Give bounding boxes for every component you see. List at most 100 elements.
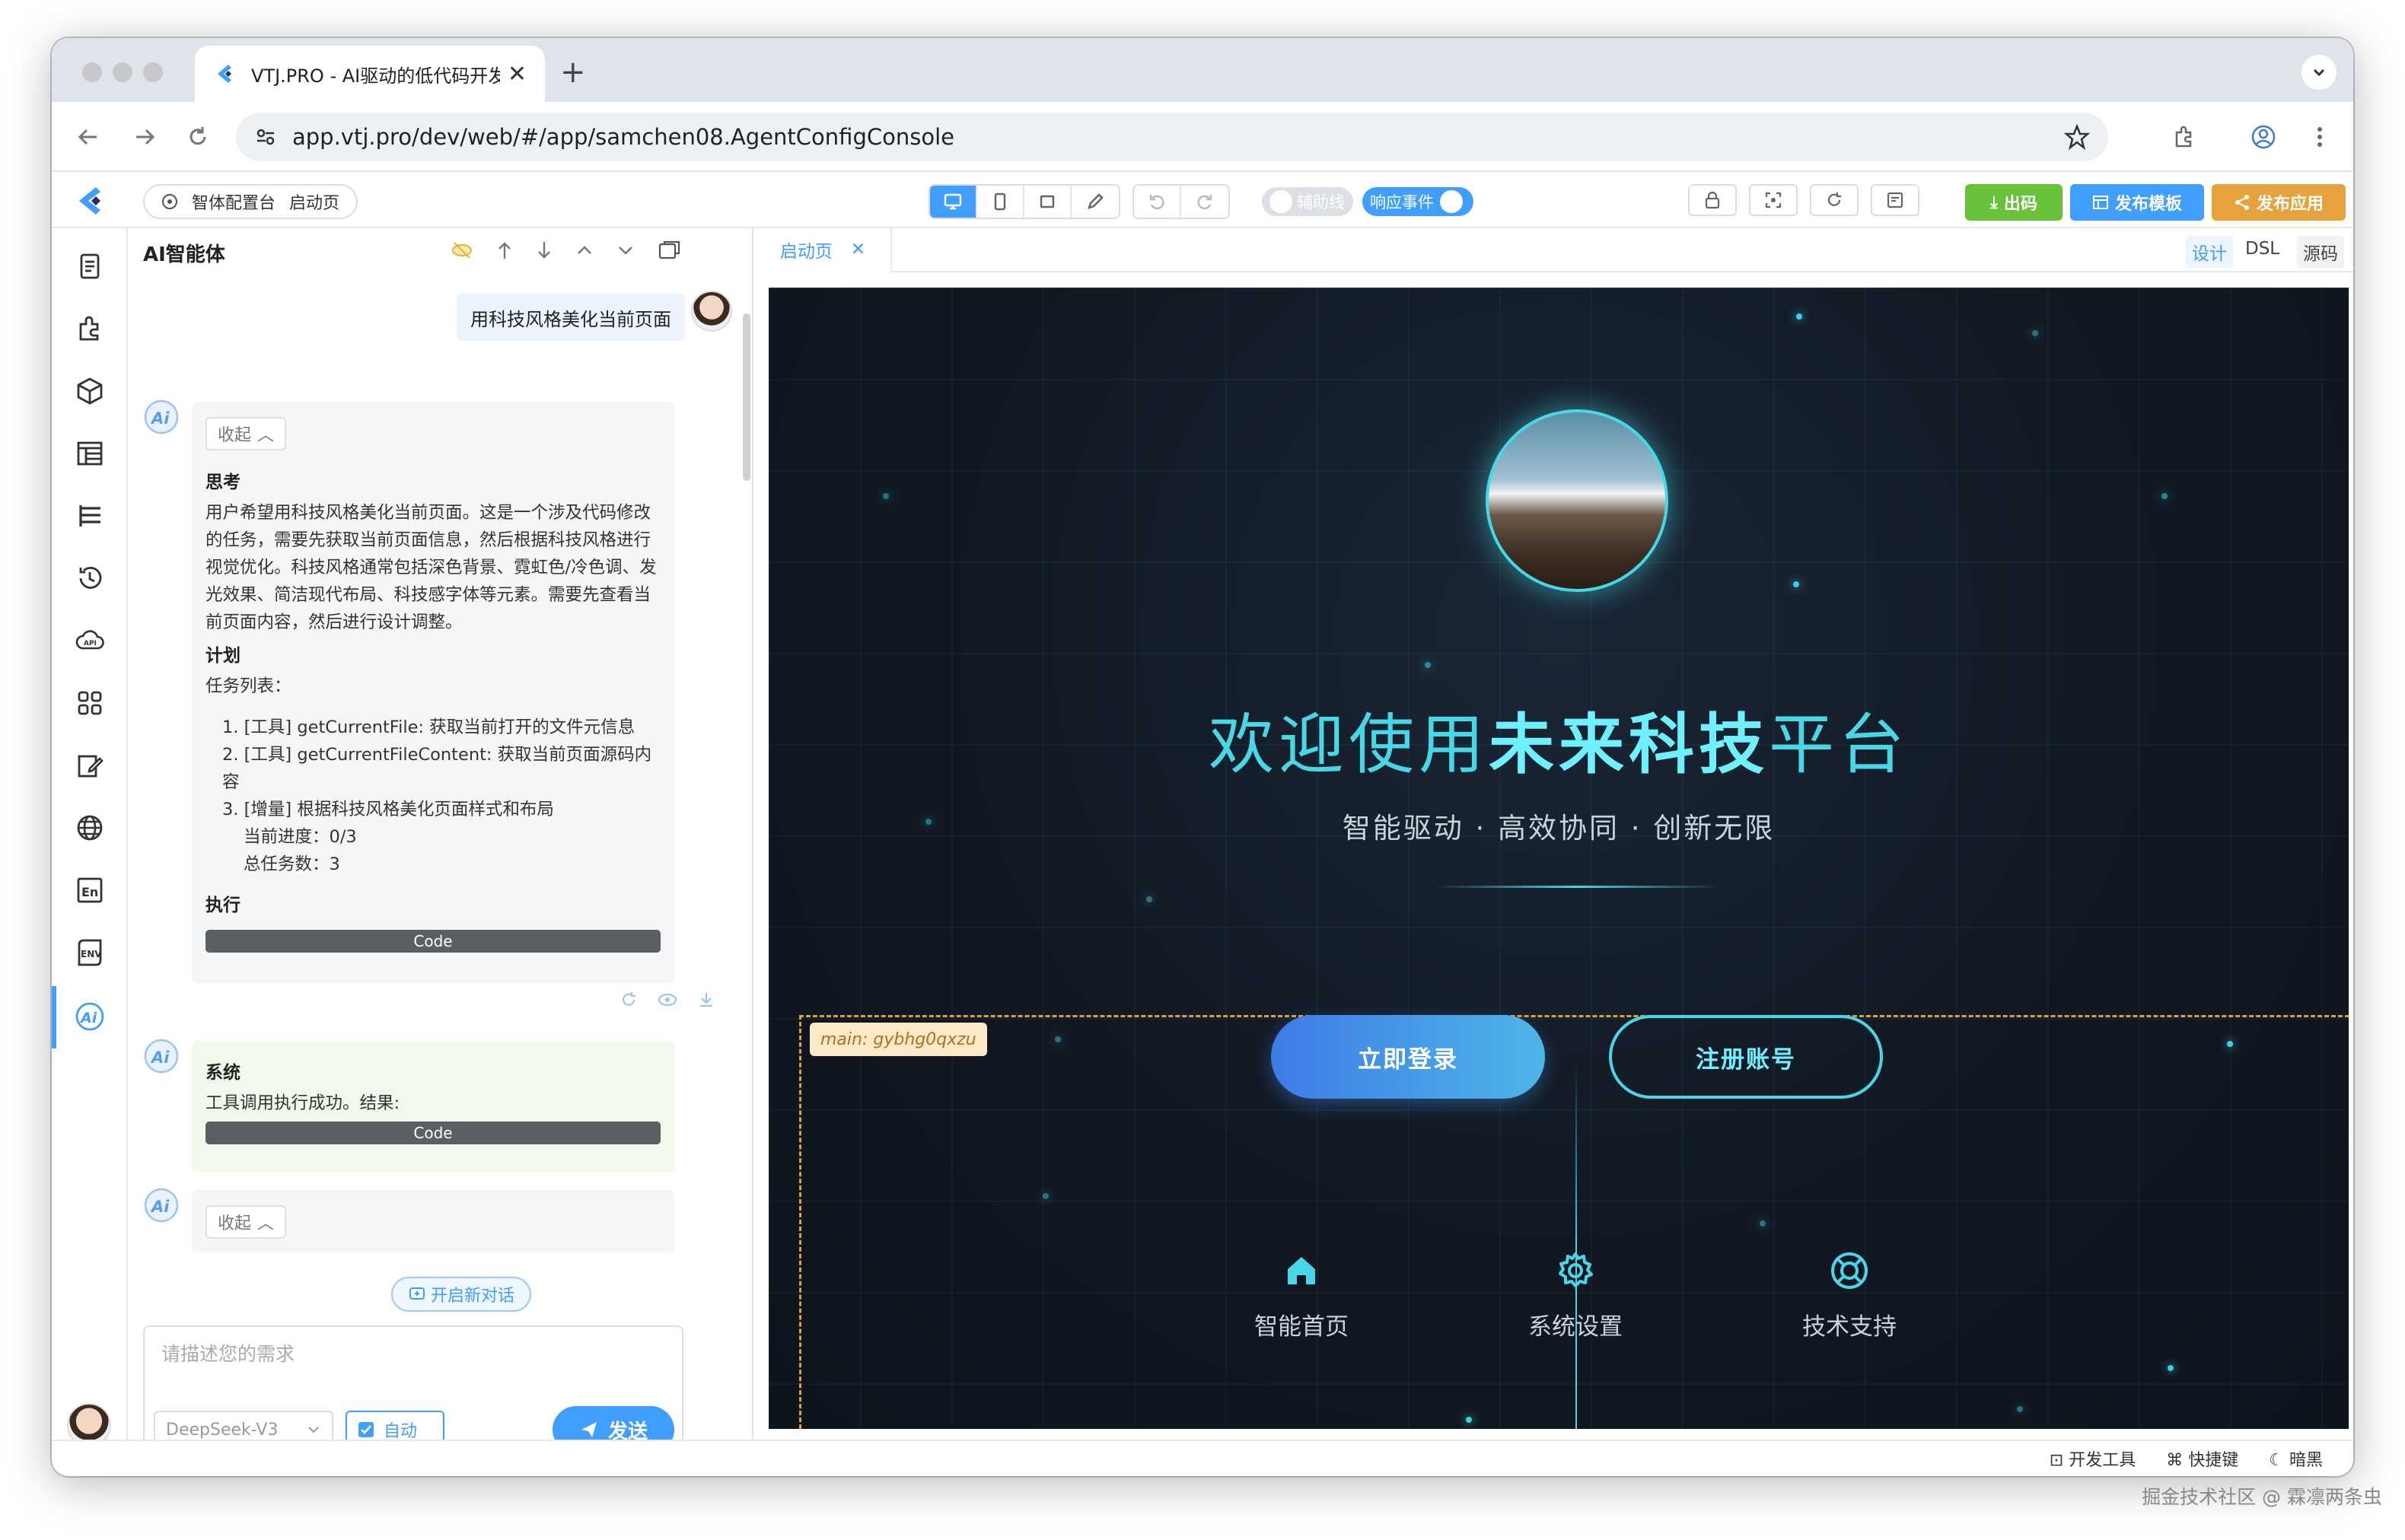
hide-eye-icon[interactable]	[451, 240, 473, 260]
login-button[interactable]: 立即登录	[1271, 1015, 1545, 1099]
ai-panel-title: AI智能体	[143, 243, 225, 266]
publish-template-button[interactable]: 发布模板	[2070, 184, 2204, 221]
guide-toggle-label: 辅助线	[1297, 193, 1345, 212]
back-arrow-icon[interactable]	[72, 120, 105, 154]
globe-icon[interactable]	[72, 810, 108, 846]
glow-dot	[1796, 313, 1802, 320]
bookmark-star-icon[interactable]	[2064, 124, 2090, 150]
outline-tree-icon[interactable]	[72, 498, 108, 534]
mobile-view-icon[interactable]	[1024, 186, 1072, 218]
watermark-text: 掘金技术社区 @ 霖凛两条虫	[2142, 1486, 2382, 1508]
more-dots-icon[interactable]: ···	[2347, 236, 2353, 262]
redo-icon[interactable]	[1181, 186, 1228, 218]
refresh-icon[interactable]	[1810, 184, 1859, 216]
tab-startup-page[interactable]: 启动页 ✕	[755, 228, 892, 272]
nav-item-support[interactable]: 技术支持	[1773, 1249, 1926, 1341]
svg-text:ENV: ENV	[81, 949, 102, 959]
chevron-up-icon[interactable]	[575, 240, 594, 260]
chevron-down-icon[interactable]	[616, 240, 635, 260]
site-settings-icon[interactable]	[254, 126, 277, 148]
glow-dot	[1425, 662, 1431, 668]
undo-icon[interactable]	[1134, 186, 1181, 218]
hero-subtitle: 智能驱动 · 高效协同 · 创新无限	[1342, 812, 1776, 845]
think-title: 思考	[205, 473, 240, 492]
nav-item-home[interactable]: 智能首页	[1225, 1249, 1378, 1341]
screenshot-icon[interactable]	[1749, 184, 1798, 216]
glow-dot	[1793, 581, 1799, 587]
preview-icon[interactable]	[1871, 184, 1919, 216]
extensions-puzzle-icon[interactable]	[2168, 120, 2201, 154]
lifebuoy-icon	[1828, 1249, 1871, 1292]
svg-text:En: En	[81, 885, 98, 899]
breadcrumb[interactable]: 智体配置台 启动页	[143, 184, 358, 219]
window-minimize-light[interactable]	[113, 62, 132, 82]
message-actions	[620, 991, 715, 1009]
code-block-toggle[interactable]: Code	[205, 930, 661, 953]
prompt-input[interactable]	[146, 1328, 679, 1397]
collapse-button[interactable]: 收起 ︿	[205, 1205, 287, 1239]
apps-grid-icon[interactable]	[72, 685, 108, 721]
checkbox-checked-icon	[358, 1421, 374, 1438]
send-plane-icon	[579, 1420, 599, 1440]
view-eye-icon[interactable]	[658, 991, 677, 1009]
devtools-item[interactable]: ⊡ 开发工具	[2050, 1446, 2136, 1471]
tab-close-icon[interactable]: ✕	[508, 61, 527, 88]
lock-icon[interactable]	[1688, 184, 1737, 216]
api-cloud-icon[interactable]: API	[72, 622, 108, 659]
url-text[interactable]: app.vtj.pro/dev/web/#/app/samchen08.Agen…	[292, 124, 2064, 150]
system-code-toggle[interactable]: Code	[205, 1122, 661, 1144]
events-toggle[interactable]: 响应事件	[1362, 187, 1473, 216]
i18n-en-icon[interactable]: En	[72, 872, 108, 908]
breadcrumb-page[interactable]: 启动页	[289, 189, 339, 214]
regenerate-icon[interactable]	[620, 991, 638, 1009]
mode-source[interactable]: 源码	[2297, 236, 2344, 268]
close-tab-icon[interactable]: ✕	[851, 240, 865, 259]
browser-tab[interactable]: VTJ.PRO - AI驱动的低代码开发 ✕	[195, 46, 545, 102]
exec-title: 执行	[205, 896, 240, 915]
design-canvas[interactable]: 欢迎使用未来科技平台 智能驱动 · 高效协同 · 创新无限 main: gybh…	[769, 288, 2349, 1429]
profile-icon[interactable]	[2247, 120, 2280, 154]
main-selection-tag: main: gybhg0qxzu	[810, 1023, 987, 1056]
docs-edit-icon[interactable]	[72, 747, 108, 784]
export-button[interactable]: ⤓ 出码	[1965, 184, 2063, 221]
guide-toggle[interactable]: 辅助线	[1262, 187, 1353, 216]
task-list-label: 任务列表：	[205, 676, 291, 696]
detach-window-icon[interactable]	[658, 240, 680, 260]
pages-icon[interactable]	[72, 248, 108, 285]
arrow-up-icon[interactable]	[496, 240, 513, 260]
tablet-view-icon[interactable]	[977, 186, 1024, 218]
main-container-selection[interactable]	[799, 1015, 2349, 1429]
ai-panel-scrollbar[interactable]	[743, 313, 750, 481]
forward-arrow-icon[interactable]	[128, 120, 161, 154]
omnibox[interactable]: app.vtj.pro/dev/web/#/app/samchen08.Agen…	[236, 113, 2108, 161]
history-clock-icon[interactable]	[72, 560, 108, 597]
chevron-up-small-icon: ︿	[257, 1214, 275, 1233]
tab-menu-chevron-icon[interactable]	[2301, 55, 2337, 90]
mode-dsl[interactable]: DSL	[2239, 236, 2286, 262]
vtj-app-logo-icon[interactable]	[72, 183, 108, 219]
reload-icon[interactable]	[181, 120, 215, 154]
ai-agent-icon[interactable]: Ai	[72, 998, 108, 1035]
shortcuts-item[interactable]: ⌘ 快捷键	[2166, 1446, 2238, 1471]
breadcrumb-app[interactable]: 智体配置台	[192, 189, 276, 214]
desktop-view-icon[interactable]	[930, 186, 977, 218]
address-row: app.vtj.pro/dev/web/#/app/samchen08.Agen…	[52, 102, 2353, 172]
register-button[interactable]: 注册账号	[1609, 1015, 1883, 1099]
publish-app-button[interactable]: 发布应用	[2212, 184, 2346, 221]
browser-menu-icon[interactable]	[2303, 120, 2337, 154]
mode-design[interactable]: 设计	[2186, 236, 2233, 268]
new-tab-icon[interactable]: +	[560, 55, 586, 90]
components-puzzle-icon[interactable]	[72, 310, 108, 347]
window-close-light[interactable]	[82, 62, 102, 82]
env-icon[interactable]: ENV	[72, 934, 108, 971]
window-zoom-light[interactable]	[143, 62, 163, 82]
templates-layout-icon[interactable]	[72, 435, 108, 472]
new-chat-button[interactable]: 开启新对话	[391, 1277, 532, 1312]
blocks-cube-icon[interactable]	[72, 373, 108, 409]
nav-item-settings[interactable]: 系统设置	[1499, 1249, 1652, 1341]
dark-mode-item[interactable]: ☾ 暗黑	[2269, 1446, 2323, 1471]
collapse-button[interactable]: 收起 ︿	[205, 417, 287, 450]
edit-pen-icon[interactable]	[1072, 186, 1119, 218]
download-small-icon[interactable]	[697, 991, 715, 1009]
arrow-down-icon[interactable]	[536, 240, 553, 260]
